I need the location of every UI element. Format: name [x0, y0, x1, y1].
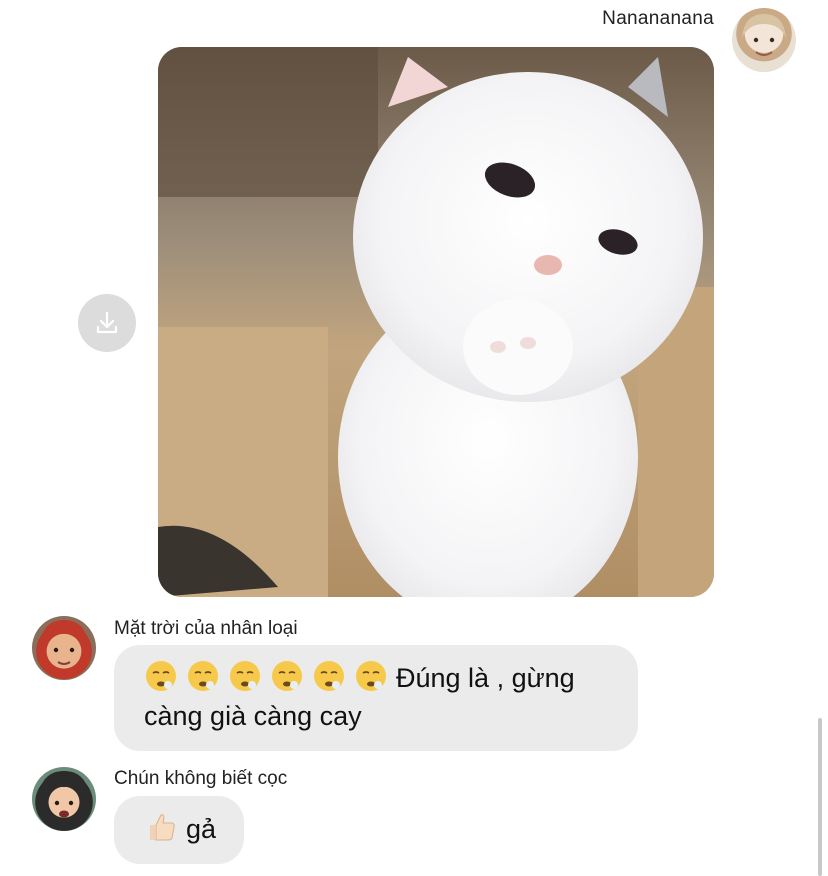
- message-text: gả: [186, 814, 217, 844]
- sender-avatar[interactable]: [32, 767, 96, 831]
- message-bubble[interactable]: gả: [114, 796, 245, 864]
- sender-name: Chún không biết cọc: [114, 768, 288, 789]
- sender-avatar[interactable]: [32, 616, 96, 680]
- image-attachment[interactable]: [158, 47, 714, 597]
- face-exhaling-emoji-icon: [354, 659, 388, 693]
- face-exhaling-emoji-icon: [228, 659, 262, 693]
- face-exhaling-emoji-icon: [270, 659, 304, 693]
- thumbs-up-emoji-icon: [144, 810, 178, 844]
- avatar-face-icon: [40, 620, 88, 665]
- chat-thread: Nanananana Mặt trời của nhân loại Đúng l…: [0, 0, 828, 876]
- face-exhaling-emoji-icon: [312, 659, 346, 693]
- face-exhaling-emoji-icon: [144, 659, 178, 693]
- sender-name: Mặt trời của nhân loại: [114, 618, 298, 639]
- message-bubble[interactable]: Đúng là , gừng càng già càng cay: [114, 645, 638, 751]
- kitten-photo-icon: [158, 47, 714, 597]
- avatar-face-icon: [742, 14, 786, 56]
- download-button[interactable]: [78, 294, 136, 352]
- sender-avatar[interactable]: [732, 8, 796, 72]
- face-exhaling-emoji-icon: [186, 659, 220, 693]
- download-icon: [96, 311, 118, 334]
- sender-name: Nanananana: [602, 8, 714, 29]
- scrollbar[interactable]: [818, 718, 822, 876]
- avatar-face-icon: [38, 771, 90, 818]
